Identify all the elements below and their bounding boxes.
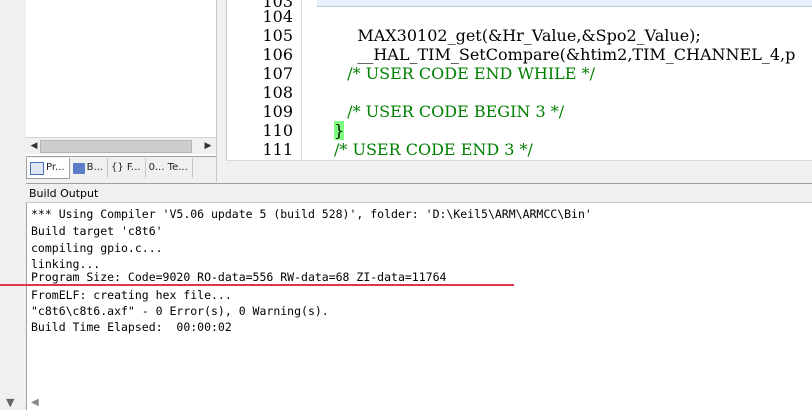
current-line-highlight — [317, 0, 812, 7]
scroll-right-icon[interactable]: ▶ — [202, 140, 214, 152]
output-line: linking... — [31, 257, 101, 271]
build-output-panel[interactable]: *** Using Compiler 'V5.06 update 5 (buil… — [26, 203, 812, 410]
code-editor[interactable]: 103 104 105 106 107 108 109 110 111 MAX3… — [226, 0, 812, 160]
project-panel[interactable] — [26, 0, 217, 158]
project-tab-bar: Pr... B... {} F... 0... Te... — [26, 156, 216, 181]
books-icon — [72, 162, 85, 174]
build-output-title: Build Output — [26, 183, 812, 203]
line-number: 106 — [262, 45, 293, 64]
matching-brace: } — [334, 121, 345, 140]
scroll-thumb[interactable] — [40, 140, 192, 153]
project-icon — [30, 161, 44, 175]
output-line: compiling gpio.c... — [31, 241, 163, 255]
left-window-edge: ▼ — [0, 0, 26, 410]
tab-functions[interactable]: {} F... — [108, 158, 146, 178]
tab-project[interactable]: Pr... — [26, 158, 70, 179]
line-number: 109 — [262, 102, 293, 121]
line-number: 107 — [262, 64, 293, 83]
output-line: Build target 'c8t6' — [31, 224, 163, 238]
line-number: 108 — [262, 83, 293, 102]
tab-label: B... — [86, 162, 103, 173]
output-line: "c8t6\c8t6.axf" - 0 Error(s), 0 Warning(… — [31, 304, 329, 318]
project-horizontal-scrollbar[interactable]: ◀ ▶ — [26, 137, 216, 154]
output-line-program-size: Program Size: Code=9020 RO-data=556 RW-d… — [31, 270, 447, 284]
code-comment: /* USER CODE END WHILE */ — [337, 64, 595, 83]
line-number-gutter: 103 104 105 106 107 108 109 110 111 — [227, 0, 301, 160]
output-line: Build Time Elapsed: 00:00:02 — [31, 320, 232, 334]
annotation-underline — [0, 284, 514, 286]
code-comment: /* USER CODE END 3 */ — [334, 140, 533, 159]
scroll-left-icon[interactable]: ◀ — [31, 397, 39, 408]
code-line: MAX30102_get(&Hr_Value,&Spo2_Value); — [337, 26, 701, 45]
tab-books[interactable]: B... — [70, 158, 108, 178]
code-line: __HAL_TIM_SetCompare(&htim2,TIM_CHANNEL_… — [337, 45, 796, 64]
output-line: *** Using Compiler 'V5.06 update 5 (buil… — [31, 207, 592, 221]
fold-margin[interactable] — [301, 0, 314, 160]
tab-templates[interactable]: 0... Te... — [146, 158, 193, 178]
output-line: FromELF: creating hex file... — [31, 288, 232, 302]
dropdown-arrow-icon[interactable]: ▼ — [6, 396, 14, 409]
line-number: 105 — [262, 26, 293, 45]
line-number: 104 — [262, 7, 293, 26]
editor-bottom-bar — [226, 160, 812, 183]
line-number: 111 — [262, 140, 293, 159]
line-number: 110 — [262, 121, 293, 140]
scroll-left-icon[interactable]: ◀ — [28, 140, 40, 152]
code-comment: /* USER CODE BEGIN 3 */ — [337, 102, 565, 121]
tab-label: {} F... — [111, 162, 141, 173]
tab-label: 0... Te... — [148, 162, 188, 173]
tab-label: Pr... — [46, 162, 65, 173]
